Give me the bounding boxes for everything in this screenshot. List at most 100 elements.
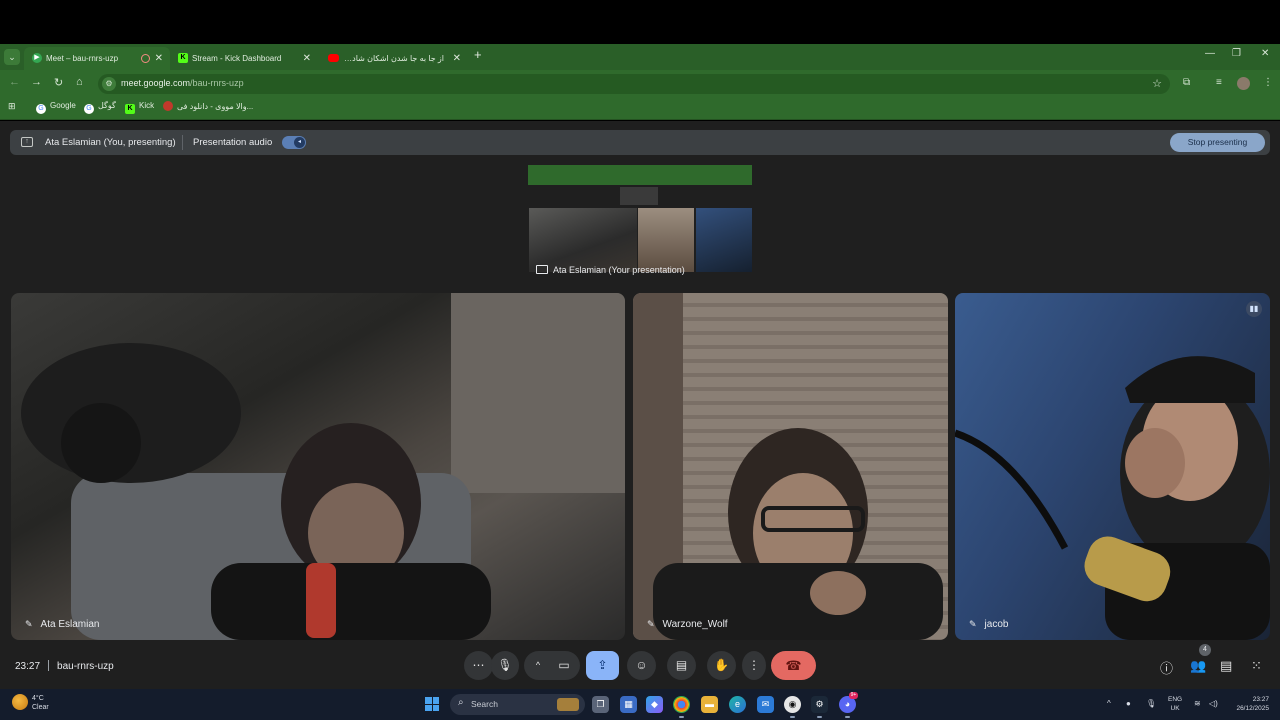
mail-icon[interactable]: ✉ bbox=[757, 696, 774, 713]
back-icon[interactable]: ← bbox=[9, 76, 20, 88]
maximize-icon[interactable]: ❐ bbox=[1232, 48, 1241, 59]
edge-icon[interactable]: e bbox=[729, 696, 746, 713]
kick-icon: K bbox=[125, 104, 135, 114]
chevron-up-icon[interactable]: ^ bbox=[528, 651, 548, 680]
tab-label: از جا به جا شدن اشکان شادکامی bbox=[342, 54, 444, 63]
taskbar-clock[interactable]: 23:27 26/12/2025 bbox=[1229, 695, 1269, 713]
window-close-icon[interactable]: ✕ bbox=[1261, 48, 1269, 59]
bookmark-kick[interactable]: K Kick bbox=[125, 101, 154, 114]
bookmark-label: Google bbox=[50, 101, 76, 110]
participant-name-text: jacob bbox=[984, 619, 1009, 630]
participant-name: ✎ jacob bbox=[969, 619, 1008, 630]
mic-tray-icon[interactable]: 🎙 bbox=[1146, 699, 1156, 708]
raise-hand-icon[interactable]: ✋ bbox=[707, 651, 736, 680]
star-icon[interactable]: ☆ bbox=[1152, 77, 1162, 90]
tab-label: Meet – bau-rnrs-uzp bbox=[46, 54, 119, 63]
wifi-icon[interactable]: ≋ bbox=[1194, 699, 1201, 708]
mic-control[interactable]: 🎙 bbox=[491, 651, 519, 680]
presenting-bar: ↑ Ata Eslamian (You, presenting) Present… bbox=[10, 130, 1270, 155]
bookmark-label: والا مووی - دانلود فی... bbox=[177, 102, 254, 111]
speaking-indicator-icon: ▮▮ bbox=[1246, 301, 1262, 317]
start-icon[interactable] bbox=[425, 697, 439, 711]
participant-tile-warzone[interactable]: ✎ Warzone_Wolf bbox=[633, 293, 948, 640]
kick-favicon-icon: K bbox=[178, 53, 188, 63]
present-button[interactable]: ⇪ bbox=[586, 651, 619, 680]
pin-icon[interactable]: ✎ bbox=[647, 619, 655, 630]
presentation-thumbnail[interactable]: Ata Eslamian (Your presentation) bbox=[528, 165, 752, 284]
stop-presenting-button[interactable]: Stop presenting bbox=[1170, 133, 1265, 152]
weather-text: 4°C Clear bbox=[32, 694, 49, 712]
captions-icon[interactable]: ▤ bbox=[667, 651, 696, 680]
new-tab-icon[interactable]: + bbox=[474, 47, 482, 62]
media-control-icon[interactable]: ≡ bbox=[1216, 77, 1222, 88]
tab-meet[interactable]: ▶ Meet – bau-rnrs-uzp ✕ bbox=[24, 47, 170, 70]
youtube-favicon-icon bbox=[328, 54, 339, 62]
more-options-left-icon[interactable]: ⋯ bbox=[464, 651, 493, 680]
task-view-icon[interactable]: ❐ bbox=[592, 696, 609, 713]
chat-icon[interactable]: ▤ bbox=[1220, 658, 1232, 674]
site-info-icon[interactable]: ⚙ bbox=[102, 77, 116, 91]
bookmark-label: Kick bbox=[139, 101, 155, 110]
activities-icon[interactable]: ⁙ bbox=[1251, 658, 1262, 674]
participant-tile-ata[interactable]: ✎ Ata Eslamian bbox=[11, 293, 625, 640]
participant-tile-jacob[interactable]: ▮▮ ✎ jacob bbox=[955, 293, 1270, 640]
present-icon bbox=[536, 265, 548, 274]
volume-icon[interactable]: ◁) bbox=[1209, 699, 1218, 708]
bookmark-google[interactable]: G Google bbox=[36, 101, 76, 114]
tray-app-icon[interactable]: ● bbox=[1126, 699, 1131, 708]
close-icon[interactable]: ✕ bbox=[453, 47, 461, 70]
url-host: meet.google.com bbox=[121, 78, 191, 88]
chevron-up-icon[interactable]: ^ bbox=[1107, 699, 1111, 708]
tab-youtube[interactable]: از جا به جا شدن اشکان شادکامی ✕ bbox=[320, 47, 468, 70]
meeting-time: 23:27 bbox=[15, 661, 41, 672]
chrome-icon[interactable] bbox=[673, 696, 690, 718]
participant-name: ✎ Warzone_Wolf bbox=[647, 619, 728, 630]
mic-icon[interactable]: 🎙 bbox=[491, 651, 519, 680]
meet-page: ↑ Ata Eslamian (You, presenting) Present… bbox=[0, 121, 1280, 689]
search-icon: ⌕ bbox=[458, 697, 464, 708]
obs-icon[interactable]: ◉ bbox=[784, 696, 801, 718]
bookmark-valamovie[interactable]: والا مووی - دانلود فی... bbox=[163, 101, 253, 111]
pin-icon[interactable]: ✎ bbox=[25, 619, 33, 630]
widgets-icon[interactable]: ▦ bbox=[620, 696, 637, 713]
close-icon[interactable]: ✕ bbox=[303, 47, 311, 70]
extensions-icon[interactable]: ⧉ bbox=[1183, 77, 1190, 88]
lang-secondary: UK bbox=[1170, 705, 1180, 712]
end-call-button[interactable]: ☎ bbox=[771, 651, 816, 680]
reload-icon[interactable]: ↻ bbox=[54, 76, 63, 89]
steam-icon[interactable]: ⚙ bbox=[811, 696, 828, 718]
forward-icon[interactable]: → bbox=[31, 76, 42, 88]
tab-kick[interactable]: K Stream - Kick Dashboard ✕ bbox=[170, 47, 318, 70]
emoji-icon[interactable]: ☺ bbox=[627, 651, 656, 680]
meeting-details: 23:27 bau-rnrs-uzp bbox=[15, 660, 114, 672]
language-indicator[interactable]: ENG UK bbox=[1168, 695, 1182, 713]
address-bar[interactable]: ⚙ meet.google.com/bau-rnrs-uzp ☆ bbox=[98, 74, 1170, 94]
close-icon[interactable]: ✕ bbox=[155, 47, 163, 70]
pin-icon[interactable]: ✎ bbox=[969, 619, 977, 630]
home-icon[interactable]: ⌂ bbox=[76, 76, 83, 88]
more-options-icon[interactable]: ⋮ bbox=[742, 651, 766, 680]
camera-control[interactable]: ^ ▭ bbox=[524, 651, 580, 680]
mini-tile-jacob bbox=[696, 208, 752, 272]
tab-list-icon[interactable]: ⌄ bbox=[4, 49, 20, 65]
weather-desc: Clear bbox=[32, 704, 49, 711]
file-explorer-icon[interactable]: ▬ bbox=[701, 696, 718, 713]
tab-strip: ⌄ ▶ Meet – bau-rnrs-uzp ✕ K Stream - Kic… bbox=[0, 44, 1280, 70]
copilot-icon[interactable]: ◆ bbox=[646, 696, 663, 713]
url-text: meet.google.com/bau-rnrs-uzp bbox=[121, 78, 244, 88]
video-feed-ata bbox=[21, 293, 625, 640]
camera-icon[interactable]: ▭ bbox=[550, 651, 578, 680]
recording-indicator-icon bbox=[141, 54, 150, 63]
apps-grid-icon[interactable]: ⊞ bbox=[8, 101, 16, 112]
taskbar-search[interactable]: ⌕ Search bbox=[450, 694, 585, 715]
info-icon[interactable]: ⓘ bbox=[1160, 658, 1173, 677]
lang-primary: ENG bbox=[1168, 696, 1183, 703]
video-feed-warzone bbox=[633, 293, 943, 640]
browser-menu-icon[interactable]: ⋮ bbox=[1263, 77, 1273, 88]
bookmark-google-fa[interactable]: G گوگل bbox=[84, 101, 116, 114]
presentation-audio-toggle[interactable]: ◂ bbox=[282, 136, 306, 149]
people-icon[interactable]: 👥 bbox=[1190, 658, 1206, 674]
profile-avatar[interactable] bbox=[1237, 77, 1250, 90]
minimize-icon[interactable]: — bbox=[1205, 48, 1215, 59]
clock-date: 26/12/2025 bbox=[1236, 705, 1269, 712]
